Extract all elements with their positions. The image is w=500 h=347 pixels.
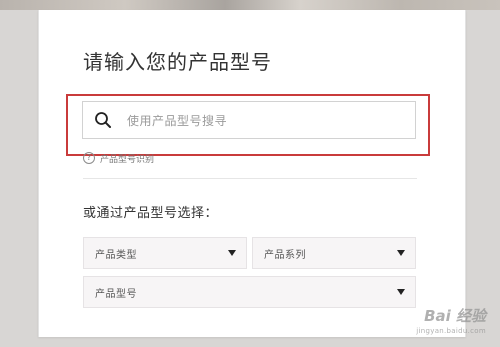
- search-placeholder: 使用产品型号搜寻: [127, 113, 228, 128]
- product-model-label: 产品型号: [95, 288, 137, 300]
- product-type-dropdown[interactable]: 产品类型: [83, 237, 247, 269]
- watermark-logo: Bai 经验: [424, 307, 486, 325]
- search-input[interactable]: 使用产品型号搜寻: [82, 101, 416, 139]
- baidu-jingyan-watermark: Bai 经验 jingyan.baidu.com: [416, 305, 486, 335]
- background-photo-strip: [0, 0, 500, 10]
- chevron-down-icon: [397, 289, 405, 295]
- search-icon[interactable]: [83, 102, 123, 138]
- question-icon: ?: [83, 152, 95, 164]
- product-series-dropdown[interactable]: 产品系列: [252, 237, 416, 269]
- divider: [83, 178, 417, 179]
- model-identify-label: 产品型号识别: [100, 154, 155, 165]
- product-series-label: 产品系列: [264, 249, 306, 261]
- select-by-model-label: 或通过产品型号选择：: [83, 206, 219, 221]
- watermark-url: jingyan.baidu.com: [416, 327, 486, 335]
- chevron-down-icon: [228, 250, 236, 256]
- chevron-down-icon: [397, 250, 405, 256]
- product-model-dropdown[interactable]: 产品型号: [83, 276, 416, 308]
- model-identify-link[interactable]: ? 产品型号识别: [83, 151, 154, 165]
- page-title: 请输入您的产品型号: [83, 50, 272, 74]
- product-type-label: 产品类型: [95, 249, 137, 261]
- product-model-panel: 请输入您的产品型号 使用产品型号搜寻 ? 产品型号识别 或通过产品型号选择： 产…: [38, 10, 466, 337]
